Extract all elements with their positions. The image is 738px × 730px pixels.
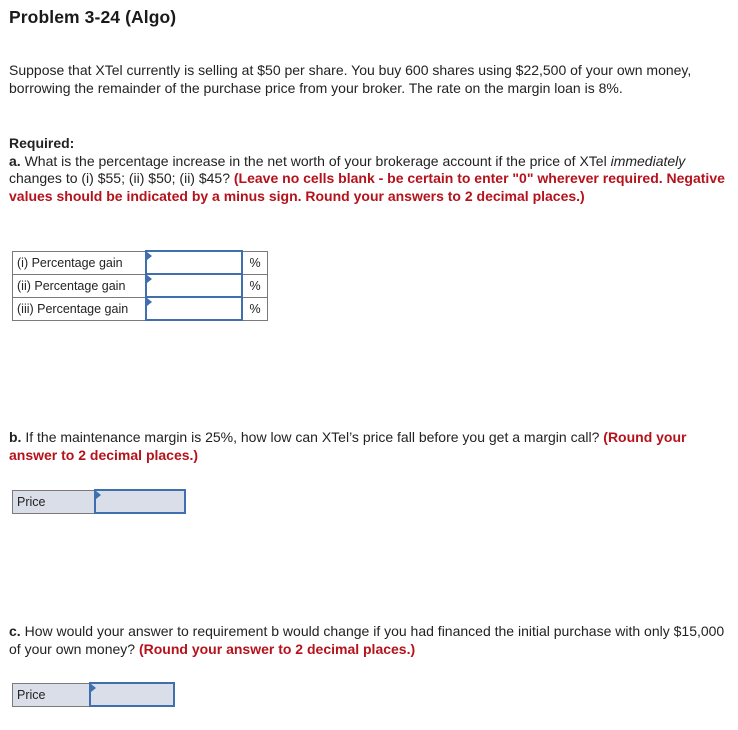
percentage-gain-table: (i) Percentage gain % (ii) Percentage ga…	[12, 250, 268, 321]
price-c-input[interactable]	[91, 685, 173, 704]
table-row: Price	[12, 489, 186, 514]
percent-unit: %	[241, 250, 268, 275]
row-label: (ii) Percentage gain	[12, 273, 147, 298]
input-flag-icon	[147, 298, 152, 306]
price-table-c: Price	[12, 682, 175, 707]
problem-intro: Suppose that XTel currently is selling a…	[9, 62, 692, 96]
part-a-question: a. What is the percentage increase in th…	[9, 153, 731, 206]
price-c-cell[interactable]	[89, 682, 175, 707]
percentage-gain-iii-cell[interactable]	[145, 296, 243, 321]
percentage-gain-iii-input[interactable]	[147, 299, 241, 318]
percentage-gain-i-cell[interactable]	[145, 250, 243, 275]
input-flag-icon	[147, 252, 152, 260]
percentage-gain-ii-input[interactable]	[147, 276, 241, 295]
table-row: (i) Percentage gain %	[12, 250, 268, 275]
row-label: (iii) Percentage gain	[12, 296, 147, 321]
row-label: Price	[12, 682, 91, 707]
part-a-text-2: changes to (i) $55; (ii) $50; (ii) $45?	[9, 170, 234, 186]
percent-unit: %	[241, 273, 268, 298]
input-flag-icon	[96, 491, 101, 499]
table-row: Price	[12, 682, 175, 707]
table-row: (iii) Percentage gain %	[12, 296, 268, 321]
row-label: (i) Percentage gain	[12, 250, 147, 275]
part-b-letter: b.	[9, 429, 22, 445]
part-a-text-1: What is the percentage increase in the n…	[20, 152, 611, 169]
input-flag-icon	[147, 275, 152, 283]
part-c-letter: c.	[9, 623, 21, 639]
percentage-gain-ii-cell[interactable]	[145, 273, 243, 298]
part-a-letter: a.	[9, 152, 21, 169]
part-c-instruction: (Round your answer to 2 decimal places.)	[138, 640, 416, 657]
input-flag-icon	[91, 684, 96, 692]
required-heading: Required:	[9, 135, 75, 151]
price-b-cell[interactable]	[94, 489, 186, 514]
table-row: (ii) Percentage gain %	[12, 273, 268, 298]
part-a-italic: immediately	[610, 152, 686, 169]
percent-unit: %	[241, 296, 268, 321]
problem-title: Problem 3-24 (Algo)	[9, 7, 177, 27]
price-b-input[interactable]	[96, 492, 184, 511]
row-label: Price	[12, 489, 96, 514]
price-table-b: Price	[12, 489, 186, 514]
required-section: Required: a. What is the percentage incr…	[9, 135, 731, 205]
part-c-question: c. How would your answer to requirement …	[9, 623, 731, 658]
part-b-text: If the maintenance margin is 25%, how lo…	[21, 429, 604, 445]
percentage-gain-i-input[interactable]	[147, 253, 241, 272]
part-b-question: b. If the maintenance margin is 25%, how…	[9, 429, 731, 464]
